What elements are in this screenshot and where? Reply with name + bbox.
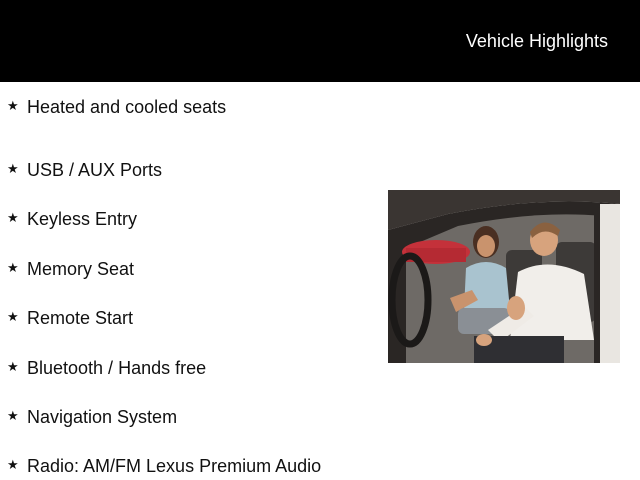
feature-label: Memory Seat	[27, 258, 135, 279]
star-icon: ★	[7, 409, 19, 425]
feature-label: Bluetooth / Hands free	[27, 357, 207, 378]
vehicle-interior-photo	[388, 190, 620, 363]
star-icon: ★	[7, 359, 19, 375]
list-item: ★ Remote Start	[7, 294, 387, 343]
list-item: ★ USB / AUX Ports	[7, 145, 387, 194]
star-icon: ★	[7, 162, 19, 178]
feature-label: Navigation System	[27, 407, 178, 428]
header-bar: Vehicle Highlights	[0, 0, 640, 82]
star-icon: ★	[7, 211, 19, 227]
feature-label: Keyless Entry	[27, 209, 138, 230]
list-item: ★ Navigation System	[7, 392, 387, 441]
feature-label: Remote Start	[27, 308, 134, 329]
list-item: ★ Radio: AM/FM Lexus Premium Audio	[7, 442, 387, 480]
list-item: ★ Bluetooth / Hands free	[7, 343, 387, 392]
star-icon: ★	[7, 458, 19, 474]
feature-label: Heated and cooled seats	[27, 97, 227, 117]
feature-list: ★ Heated and cooled seats ★ USB / AUX Po…	[7, 96, 387, 480]
feature-label: Radio: AM/FM Lexus Premium Audio	[27, 456, 322, 477]
page-title: Vehicle Highlights	[465, 31, 608, 51]
list-item: ★ Memory Seat	[7, 244, 387, 293]
photo-illustration	[388, 190, 620, 363]
star-icon: ★	[7, 99, 19, 114]
feature-label: USB / AUX Ports	[27, 160, 163, 181]
list-item: ★ Keyless Entry	[7, 195, 387, 244]
star-icon: ★	[7, 310, 19, 326]
star-icon: ★	[7, 260, 19, 276]
list-item: ★ Heated and cooled seats	[7, 96, 387, 118]
